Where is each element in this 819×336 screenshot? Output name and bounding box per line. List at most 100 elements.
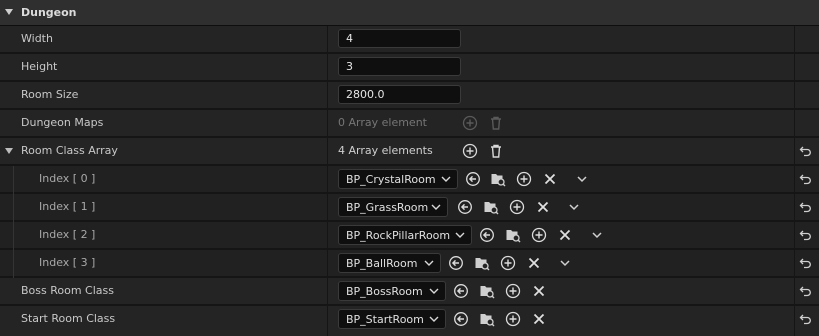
chevron-down-icon bbox=[429, 315, 439, 323]
browse-folder-search-icon[interactable] bbox=[479, 283, 495, 299]
room-size-input[interactable]: 2800.0 bbox=[338, 85, 461, 104]
more-options-chevron-down-icon[interactable] bbox=[574, 171, 590, 187]
tree-indent-line bbox=[13, 222, 14, 250]
collapse-triangle-icon[interactable] bbox=[5, 9, 13, 15]
section-header-dungeon[interactable]: Dungeon bbox=[0, 0, 819, 26]
insert-element-icon[interactable] bbox=[516, 171, 532, 187]
class-picker-combo[interactable]: BP_BallRoom bbox=[338, 253, 441, 273]
chevron-down-icon bbox=[429, 287, 439, 295]
browse-folder-search-icon[interactable] bbox=[474, 255, 490, 271]
chevron-down-icon bbox=[424, 259, 434, 267]
browse-folder-search-icon[interactable] bbox=[479, 311, 495, 327]
class-picker-combo[interactable]: BP_GrassRoom bbox=[338, 197, 448, 217]
reset-to-default-icon[interactable] bbox=[799, 173, 812, 185]
chevron-down-icon bbox=[441, 175, 451, 183]
property-label: Room Class Array bbox=[21, 144, 118, 157]
reset-to-default-icon[interactable] bbox=[799, 229, 812, 241]
array-element-row: Index [ 1 ] BP_GrassRoom bbox=[0, 194, 819, 222]
column-divider bbox=[794, 306, 795, 336]
use-selected-asset-icon[interactable] bbox=[453, 283, 469, 299]
class-picker-value: BP_GrassRoom bbox=[346, 201, 429, 214]
class-picker-value: BP_BossRoom bbox=[346, 285, 423, 298]
insert-element-icon[interactable] bbox=[505, 283, 521, 299]
width-input[interactable]: 4 bbox=[338, 29, 461, 48]
property-label: Height bbox=[21, 60, 58, 73]
array-element-row: Index [ 0 ] BP_CrystalRoom bbox=[0, 166, 819, 194]
clear-x-icon[interactable] bbox=[531, 311, 547, 327]
array-count-text: 4 Array elements bbox=[338, 144, 433, 157]
property-label: Boss Room Class bbox=[21, 284, 114, 297]
clear-x-icon[interactable] bbox=[531, 283, 547, 299]
array-index-label: Index [ 3 ] bbox=[39, 256, 96, 269]
use-selected-asset-icon[interactable] bbox=[457, 199, 473, 215]
column-divider bbox=[794, 250, 795, 276]
insert-element-icon[interactable] bbox=[500, 255, 516, 271]
clear-x-icon[interactable] bbox=[535, 199, 551, 215]
expand-triangle-icon[interactable] bbox=[5, 148, 13, 154]
boss-room-class-picker[interactable]: BP_BossRoom bbox=[338, 281, 446, 301]
array-element-row: Index [ 3 ] BP_BallRoom bbox=[0, 250, 819, 278]
column-divider bbox=[794, 110, 795, 136]
reset-to-default-icon[interactable] bbox=[799, 285, 812, 297]
clear-x-icon[interactable] bbox=[542, 171, 558, 187]
reset-to-default-icon[interactable] bbox=[799, 201, 812, 213]
property-row-dungeon-maps: Dungeon Maps 0 Array element bbox=[0, 110, 819, 138]
section-title: Dungeon bbox=[21, 6, 77, 19]
property-row-start-room-class: Start Room Class BP_StartRoom bbox=[0, 306, 819, 336]
more-options-chevron-down-icon[interactable] bbox=[557, 255, 573, 271]
start-room-class-picker[interactable]: BP_StartRoom bbox=[338, 309, 446, 329]
column-divider bbox=[794, 166, 795, 192]
array-element-row: Index [ 2 ] BP_RockPillarRoom bbox=[0, 222, 819, 250]
property-row-room-class-array: Room Class Array 4 Array elements bbox=[0, 138, 819, 166]
height-input[interactable]: 3 bbox=[338, 57, 461, 76]
tree-indent-line bbox=[13, 250, 14, 278]
property-label: Dungeon Maps bbox=[21, 116, 104, 129]
more-options-chevron-down-icon[interactable] bbox=[589, 227, 605, 243]
use-selected-asset-icon[interactable] bbox=[465, 171, 481, 187]
chevron-down-icon bbox=[455, 231, 465, 239]
add-element-icon[interactable] bbox=[462, 115, 478, 131]
property-row-boss-room-class: Boss Room Class BP_BossRoom bbox=[0, 278, 819, 306]
class-picker-value: BP_RockPillarRoom bbox=[346, 229, 451, 242]
more-options-chevron-down-icon[interactable] bbox=[566, 199, 582, 215]
column-divider bbox=[794, 222, 795, 248]
browse-folder-search-icon[interactable] bbox=[483, 199, 499, 215]
column-divider bbox=[794, 26, 795, 52]
column-divider bbox=[794, 82, 795, 108]
clear-x-icon[interactable] bbox=[526, 255, 542, 271]
use-selected-asset-icon[interactable] bbox=[479, 227, 495, 243]
remove-all-trash-icon[interactable] bbox=[488, 143, 504, 159]
browse-folder-search-icon[interactable] bbox=[505, 227, 521, 243]
class-picker-value: BP_StartRoom bbox=[346, 313, 424, 326]
reset-to-default-icon[interactable] bbox=[799, 145, 812, 157]
class-picker-value: BP_CrystalRoom bbox=[346, 173, 436, 186]
tree-indent-line bbox=[13, 166, 14, 194]
class-picker-value: BP_BallRoom bbox=[346, 257, 418, 270]
browse-folder-search-icon[interactable] bbox=[490, 171, 506, 187]
insert-element-icon[interactable] bbox=[509, 199, 525, 215]
clear-x-icon[interactable] bbox=[557, 227, 573, 243]
property-row-height: Height 3 bbox=[0, 54, 819, 82]
property-label: Room Size bbox=[21, 88, 79, 101]
use-selected-asset-icon[interactable] bbox=[453, 311, 469, 327]
property-label: Width bbox=[21, 32, 53, 45]
insert-element-icon[interactable] bbox=[531, 227, 547, 243]
column-divider bbox=[794, 278, 795, 304]
chevron-down-icon bbox=[431, 203, 441, 211]
reset-to-default-icon[interactable] bbox=[799, 257, 812, 269]
use-selected-asset-icon[interactable] bbox=[448, 255, 464, 271]
insert-element-icon[interactable] bbox=[505, 311, 521, 327]
column-divider bbox=[794, 54, 795, 80]
property-row-room-size: Room Size 2800.0 bbox=[0, 82, 819, 110]
remove-all-trash-icon[interactable] bbox=[488, 115, 504, 131]
property-row-width: Width 4 bbox=[0, 26, 819, 54]
array-index-label: Index [ 2 ] bbox=[39, 228, 96, 241]
array-count-text: 0 Array element bbox=[338, 116, 427, 129]
add-element-icon[interactable] bbox=[462, 143, 478, 159]
class-picker-combo[interactable]: BP_CrystalRoom bbox=[338, 169, 458, 189]
array-index-label: Index [ 1 ] bbox=[39, 200, 96, 213]
class-picker-combo[interactable]: BP_RockPillarRoom bbox=[338, 225, 472, 245]
reset-to-default-icon[interactable] bbox=[799, 313, 812, 325]
property-label: Start Room Class bbox=[21, 312, 116, 325]
tree-indent-line bbox=[13, 194, 14, 222]
